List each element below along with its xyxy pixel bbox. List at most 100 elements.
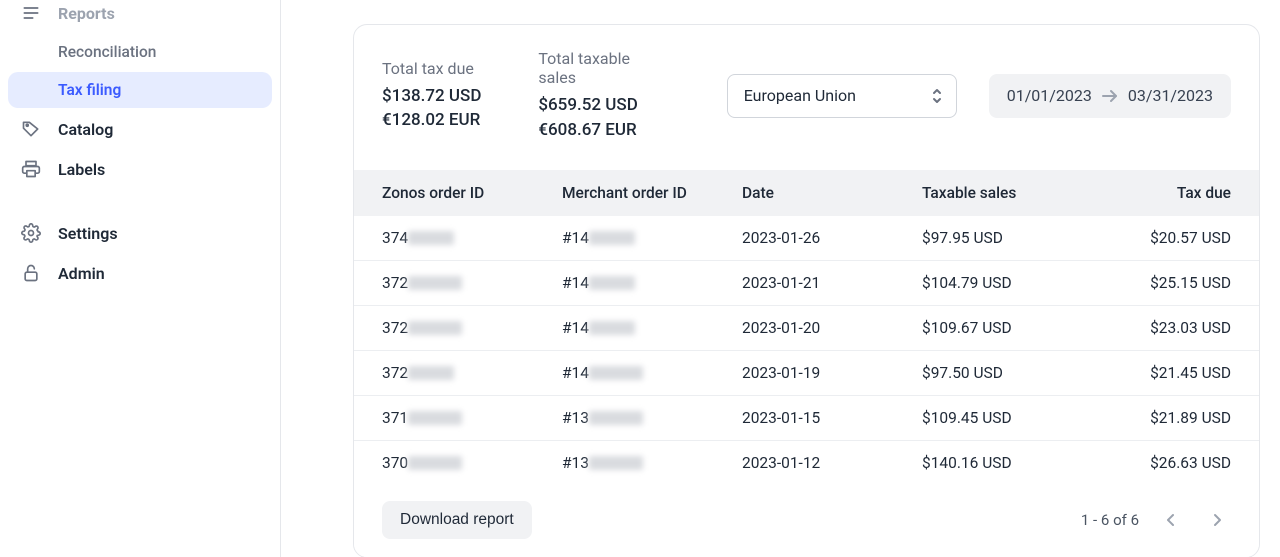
pager: 1 - 6 of 6 (1081, 506, 1231, 534)
cell-taxable-sales: $97.50 USD (922, 364, 1122, 382)
sidebar-item-label: Admin (58, 264, 105, 283)
cell-merchant-order-id: #13 (562, 454, 742, 472)
redacted-text (408, 276, 462, 290)
summary-bar: Total tax due $138.72 USD €128.02 EUR To… (354, 25, 1259, 170)
table-row[interactable]: 370 #13 2023-01-12$140.16 USD$26.63 USD (354, 441, 1259, 485)
sidebar-item-labels[interactable]: Labels (8, 150, 272, 188)
sidebar-item-catalog[interactable]: Catalog (8, 110, 272, 148)
cell-merchant-order-id: #14 (562, 364, 742, 382)
cell-tax-due: $20.57 USD (1122, 229, 1231, 247)
cell-merchant-order-id: #14 (562, 229, 742, 247)
zonos-order-prefix: 372 (382, 319, 408, 337)
region-select-value: European Union (744, 86, 856, 105)
cell-tax-due: $21.45 USD (1122, 364, 1231, 382)
cell-date: 2023-01-21 (742, 274, 922, 292)
sidebar-item-label: Catalog (58, 120, 113, 139)
cell-date: 2023-01-26 (742, 229, 922, 247)
date-range-start: 01/01/2023 (1007, 86, 1092, 105)
sidebar-item-settings[interactable]: Settings (8, 214, 272, 252)
tax-filing-panel: Total tax due $138.72 USD €128.02 EUR To… (353, 24, 1260, 557)
th-taxable-sales: Taxable sales (922, 184, 1122, 202)
zonos-order-prefix: 372 (382, 364, 408, 382)
cell-taxable-sales: $109.45 USD (922, 409, 1122, 427)
total-tax-due-label: Total tax due (382, 59, 506, 78)
date-range[interactable]: 01/01/2023 03/31/2023 (989, 74, 1231, 118)
cell-tax-due: $21.89 USD (1122, 409, 1231, 427)
table-row[interactable]: 372#142023-01-20$109.67 USD$23.03 USD (354, 306, 1259, 351)
sidebar-item-label: Reconciliation (58, 43, 156, 61)
cell-zonos-order-id: 372 (382, 274, 562, 292)
th-merchant-order-id: Merchant order ID (562, 184, 742, 202)
sidebar-item-tax-filing[interactable]: Tax filing (8, 72, 272, 108)
th-date: Date (742, 184, 922, 202)
sidebar-item-label: Labels (58, 160, 105, 179)
reports-icon (20, 2, 42, 24)
arrow-right-icon (1102, 89, 1118, 103)
redacted-text (589, 456, 643, 470)
table-row[interactable]: 372 #14 2023-01-19$97.50 USD$21.45 USD (354, 351, 1259, 396)
cell-date: 2023-01-19 (742, 364, 922, 382)
table-header: Zonos order ID Merchant order ID Date Ta… (354, 170, 1259, 216)
redacted-text (408, 321, 462, 335)
cell-zonos-order-id: 372 (382, 364, 562, 382)
sidebar-item-admin[interactable]: Admin (8, 254, 272, 292)
cell-zonos-order-id: 370 (382, 454, 562, 472)
redacted-text (408, 411, 462, 425)
table-row[interactable]: 371 #13 2023-01-15$109.45 USD$21.89 USD (354, 396, 1259, 441)
download-report-button[interactable]: Download report (382, 501, 532, 539)
pager-prev-button[interactable] (1157, 506, 1185, 534)
merchant-order-prefix: #14 (562, 364, 589, 382)
total-taxable-sales: Total taxable sales $659.52 USD €608.67 … (538, 49, 662, 142)
zonos-order-prefix: 374 (382, 229, 408, 247)
sidebar-item-label: Settings (58, 224, 118, 243)
merchant-order-prefix: #13 (562, 409, 589, 427)
total-tax-due: Total tax due $138.72 USD €128.02 EUR (382, 59, 506, 133)
sidebar-item-label: Reports (58, 4, 115, 23)
table-row[interactable]: 374#142023-01-26$97.95 USD$20.57 USD (354, 216, 1259, 261)
cell-merchant-order-id: #13 (562, 409, 742, 427)
cell-merchant-order-id: #14 (562, 274, 742, 292)
region-select[interactable]: European Union (727, 74, 957, 118)
gear-icon (20, 222, 42, 244)
redacted-text (589, 231, 635, 245)
sidebar-item-label: Tax filing (58, 81, 121, 99)
cell-date: 2023-01-20 (742, 319, 922, 337)
pager-next-button[interactable] (1203, 506, 1231, 534)
cell-tax-due: $25.15 USD (1122, 274, 1231, 292)
cell-zonos-order-id: 372 (382, 319, 562, 337)
cell-taxable-sales: $104.79 USD (922, 274, 1122, 292)
merchant-order-prefix: #14 (562, 319, 589, 337)
cell-zonos-order-id: 371 (382, 409, 562, 427)
redacted-text (589, 366, 643, 380)
tag-icon (20, 118, 42, 140)
sidebar: Reports Reconciliation Tax filing Catalo… (0, 0, 281, 557)
cell-tax-due: $23.03 USD (1122, 319, 1231, 337)
redacted-text (589, 276, 635, 290)
cell-taxable-sales: $140.16 USD (922, 454, 1122, 472)
main-content: Total tax due $138.72 USD €128.02 EUR To… (281, 0, 1280, 557)
cell-date: 2023-01-15 (742, 409, 922, 427)
cell-date: 2023-01-12 (742, 454, 922, 472)
redacted-text (589, 321, 635, 335)
chevron-up-down-icon (930, 87, 944, 105)
total-tax-due-usd: $138.72 USD (382, 84, 506, 109)
zonos-order-prefix: 370 (382, 454, 408, 472)
cell-merchant-order-id: #14 (562, 319, 742, 337)
total-taxable-sales-eur: €608.67 EUR (538, 118, 662, 143)
zonos-order-prefix: 371 (382, 409, 408, 427)
total-taxable-sales-usd: $659.52 USD (538, 93, 662, 118)
redacted-text (589, 411, 643, 425)
cell-tax-due: $26.63 USD (1122, 454, 1231, 472)
zonos-order-prefix: 372 (382, 274, 408, 292)
date-range-end: 03/31/2023 (1128, 86, 1213, 105)
total-taxable-sales-label: Total taxable sales (538, 49, 662, 87)
cell-zonos-order-id: 374 (382, 229, 562, 247)
table-row[interactable]: 372 #142023-01-21$104.79 USD$25.15 USD (354, 261, 1259, 306)
sidebar-item-reports[interactable]: Reports (8, 2, 272, 32)
redacted-text (408, 456, 462, 470)
sidebar-item-reconciliation[interactable]: Reconciliation (8, 34, 272, 70)
lock-icon (20, 262, 42, 284)
total-tax-due-eur: €128.02 EUR (382, 108, 506, 133)
merchant-order-prefix: #13 (562, 454, 589, 472)
merchant-order-prefix: #14 (562, 229, 589, 247)
